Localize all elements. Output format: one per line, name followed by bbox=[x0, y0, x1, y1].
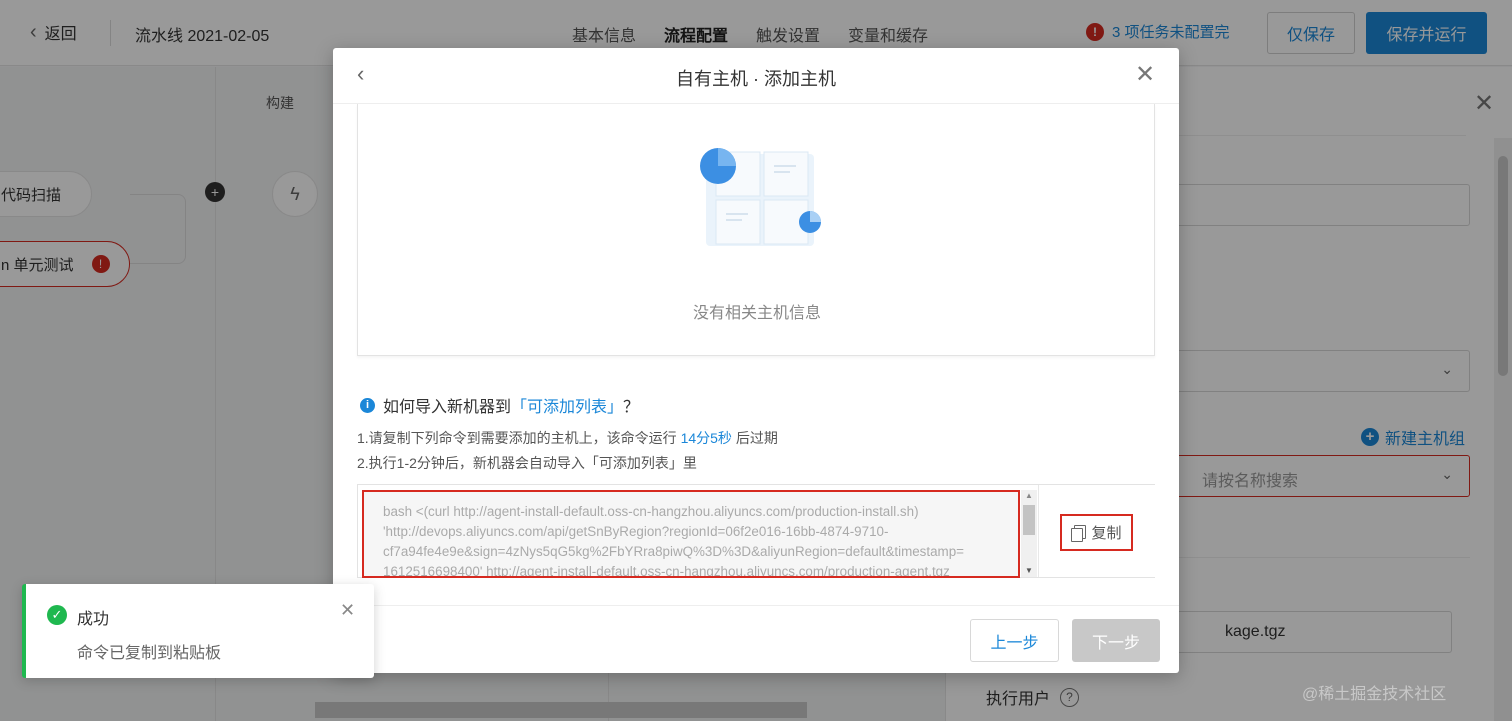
next-step-button[interactable]: 下一步 bbox=[1072, 619, 1160, 662]
import-howto: i 如何导入新机器到「可添加列表」？ bbox=[360, 393, 639, 417]
dialog-header: ‹ 自有主机 · 添加主机 ✕ bbox=[333, 48, 1179, 104]
empty-state-illustration bbox=[700, 148, 821, 246]
addable-list-link[interactable]: 「可添加列表」 bbox=[511, 399, 623, 416]
step1-text: 1.请复制下列命令到需要添加的主机上，该命令运行 bbox=[357, 430, 677, 446]
success-toast: ✓ 成功 命令已复制到粘贴板 ✕ bbox=[22, 584, 374, 678]
command-line: 'http://devops.aliyuncs.com/api/getSnByR… bbox=[383, 524, 889, 539]
howto-suffix: ？ bbox=[623, 399, 640, 416]
watermark: @稀土掘金技术社区 bbox=[1302, 686, 1447, 703]
add-host-dialog: ‹ 自有主机 · 添加主机 ✕ 没有相关主机信息 i 如何导入新机器到「可添加列… bbox=[333, 48, 1179, 673]
close-icon[interactable]: ✕ bbox=[1135, 60, 1155, 89]
command-scrollbar[interactable]: ▲ ▼ bbox=[1021, 490, 1037, 577]
command-line: 1612516698400' http://agent-install-defa… bbox=[383, 564, 950, 578]
close-icon[interactable]: ✕ bbox=[340, 600, 355, 621]
install-command-textarea[interactable]: bash <(curl http://agent-install-default… bbox=[362, 490, 1020, 578]
check-circle-icon: ✓ bbox=[47, 605, 67, 625]
copy-icon bbox=[1071, 524, 1087, 542]
instruction-step-1: 1.请复制下列命令到需要添加的主机上，该命令运行 14分5秒 后过期 bbox=[357, 428, 778, 448]
scrollbar-thumb[interactable] bbox=[1023, 505, 1035, 535]
scroll-up-icon[interactable]: ▲ bbox=[1025, 491, 1033, 500]
info-icon: i bbox=[360, 397, 375, 413]
install-command-text: bash <(curl http://agent-install-default… bbox=[383, 502, 1003, 578]
toast-message: 命令已复制到粘贴板 bbox=[77, 645, 222, 662]
previous-step-button[interactable]: 上一步 bbox=[970, 619, 1059, 662]
command-line: bash <(curl http://agent-install-default… bbox=[383, 504, 919, 519]
command-line: cf7a94fe4e9e&sign=4zNys5qG5kg%2FbYRra8pi… bbox=[383, 544, 964, 559]
toast-title: 成功 bbox=[77, 611, 110, 628]
instruction-step-2: 2.执行1-2分钟后，新机器会自动导入「可添加列表」里 bbox=[357, 455, 697, 471]
host-list-empty-state: 没有相关主机信息 bbox=[357, 104, 1155, 356]
scroll-down-icon[interactable]: ▼ bbox=[1025, 566, 1033, 575]
howto-prefix: 如何导入新机器到 bbox=[383, 399, 512, 416]
copy-label: 复制 bbox=[1091, 525, 1122, 542]
copy-area: 复制 bbox=[1038, 485, 1155, 577]
copy-command-button[interactable]: 复制 bbox=[1060, 514, 1133, 551]
step1-suffix: 后过期 bbox=[735, 430, 778, 446]
divider bbox=[333, 605, 1179, 606]
expiry-countdown: 14分5秒 bbox=[680, 430, 732, 446]
install-command-area: bash <(curl http://agent-install-default… bbox=[357, 484, 1155, 578]
empty-state-text: 没有相关主机信息 bbox=[692, 305, 821, 322]
dialog-title: 自有主机 · 添加主机 bbox=[676, 69, 836, 89]
